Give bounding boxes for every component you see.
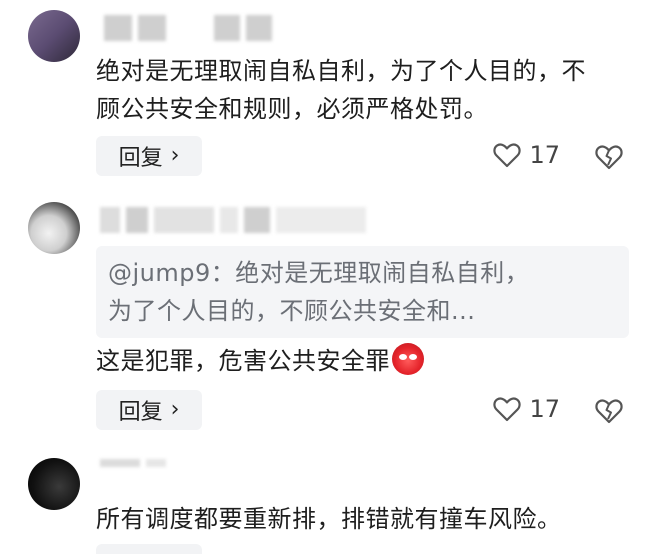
username-blurred[interactable] [104,14,272,42]
quote-line: @jump9：绝对是无理取闹自私自利， [108,259,530,287]
username-blurred[interactable] [100,456,166,470]
username-blurred[interactable] [100,206,366,234]
comment-text: 这是犯罪，危害公共安全罪 [96,342,424,380]
like-count: 17 [529,395,560,423]
comment-text: 绝对是无理取闹自私自利，为了个人目的，不 顾公共安全和规则，必须严格处罚。 [96,52,586,128]
angry-face-icon [392,343,424,375]
quote-line: 为了个人目的，不顾公共安全和... [108,297,476,325]
chevron-right-icon: › [170,143,180,168]
chevron-right-icon: › [170,397,180,422]
quoted-comment[interactable]: @jump9：绝对是无理取闹自私自利， 为了个人目的，不顾公共安全和... [96,246,629,338]
comment-text-line: 顾公共安全和规则，必须严格处罚。 [96,95,488,123]
like-count: 17 [529,141,560,169]
reply-button[interactable] [96,544,202,554]
reply-label: 回复 [118,146,163,171]
avatar[interactable] [28,10,80,62]
heart-icon[interactable] [493,142,522,168]
comment-text: 所有调度都要重新排，排错就有撞车风险。 [96,500,562,538]
avatar[interactable] [28,458,80,510]
like-control[interactable]: 17 [493,395,560,423]
avatar[interactable] [28,202,80,254]
comment-text-line: 绝对是无理取闹自私自利，为了个人目的，不 [96,57,586,85]
reply-button[interactable]: 回复 › [96,136,202,176]
comment-text-line: 这是犯罪，危害公共安全罪 [96,347,390,375]
reply-button[interactable]: 回复 › [96,390,202,430]
reply-label: 回复 [118,400,163,425]
like-control[interactable]: 17 [493,141,560,169]
comment-text-line: 所有调度都要重新排，排错就有撞车风险。 [96,505,562,533]
heart-icon[interactable] [493,396,522,422]
dislike-icon[interactable] [594,141,624,171]
dislike-icon[interactable] [594,395,624,425]
